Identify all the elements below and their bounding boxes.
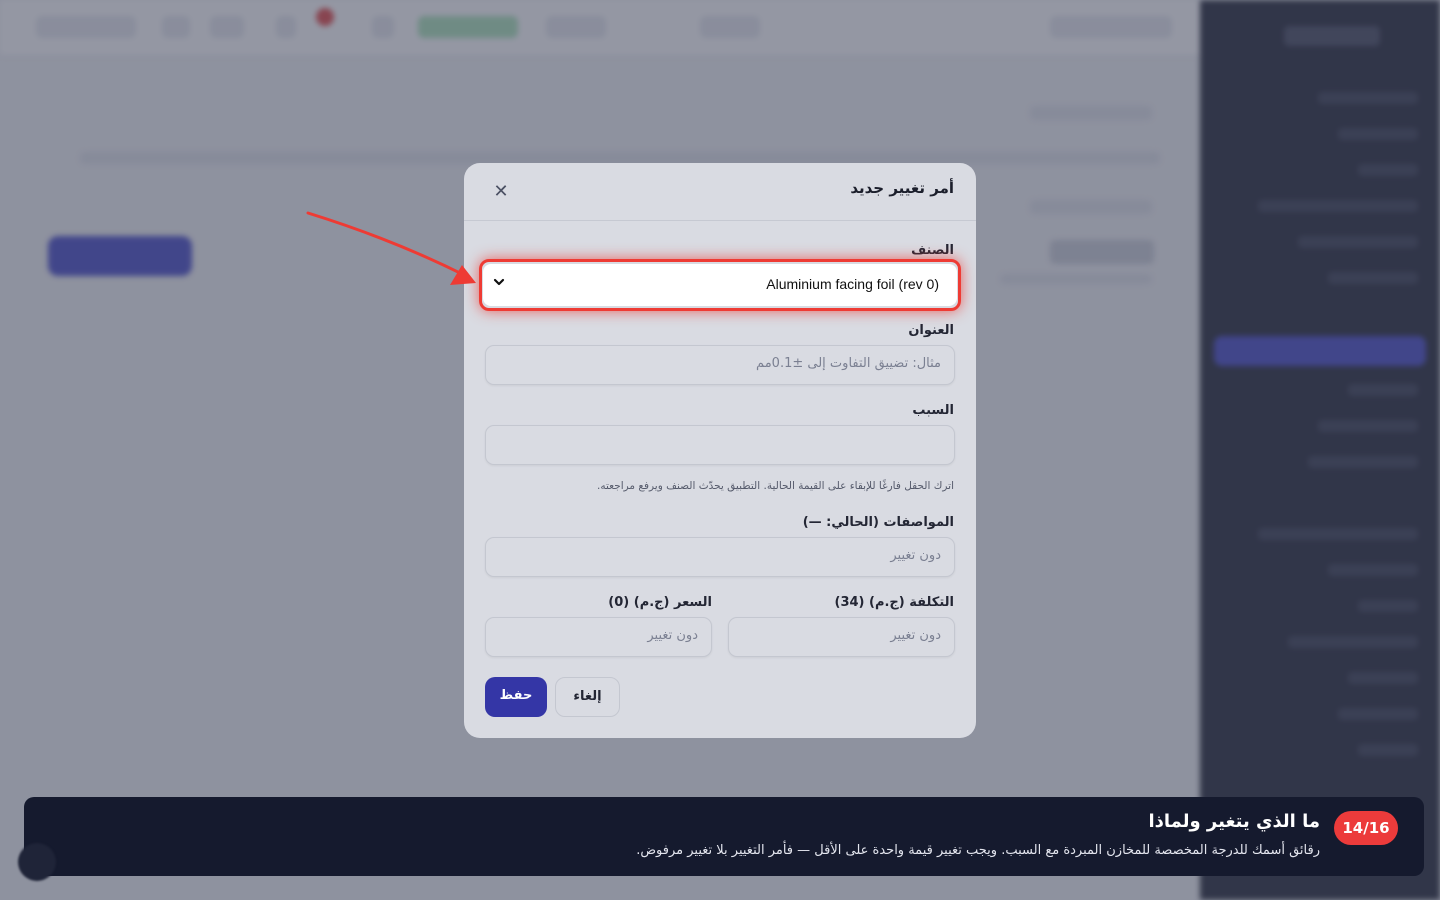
save-button[interactable]: حفظ [485, 677, 547, 717]
pointer-arrow-icon [306, 211, 476, 285]
cost-placeholder: دون تغيير [890, 628, 941, 643]
specs-input[interactable]: دون تغيير [485, 537, 955, 577]
item-label: الصنف [911, 243, 954, 258]
close-icon[interactable]: ✕ [488, 179, 514, 205]
modal-header: أمر تغيير جديد ✕ [464, 163, 976, 221]
price-input[interactable]: دون تغيير [485, 617, 712, 657]
subject-input[interactable]: مثال: تضييق التفاوت إلى ±0.1مم [485, 345, 955, 385]
form-hint: اترك الحقل فارغًا للإبقاء على القيمة الح… [597, 480, 954, 492]
change-order-modal: أمر تغيير جديد ✕ الصنف Aluminium facing … [464, 163, 976, 738]
price-placeholder: دون تغيير [647, 628, 698, 643]
modal-title: أمر تغيير جديد [850, 179, 954, 197]
tour-highlight-ring [479, 259, 961, 311]
reason-label: السبب [912, 403, 954, 418]
tour-title: ما الذي يتغير ولماذا [1148, 811, 1320, 832]
cost-input[interactable]: دون تغيير [728, 617, 955, 657]
tour-step-badge: 14/16 [1334, 811, 1398, 845]
price-label: السعر (ج.م) (0) [608, 595, 712, 610]
cost-label: التكلفة (ج.م) (34) [834, 595, 954, 610]
tour-panel: 14/16 ما الذي يتغير ولماذا رقائق أسمك لل… [24, 797, 1424, 876]
reason-input[interactable] [485, 425, 955, 465]
specs-placeholder: دون تغيير [890, 548, 941, 563]
cancel-button[interactable]: إلغاء [555, 677, 620, 717]
specs-label: المواصفات (الحالي: —) [802, 515, 954, 530]
subject-placeholder: مثال: تضييق التفاوت إلى ±0.1مم [756, 356, 941, 371]
subject-label: العنوان [908, 323, 954, 338]
tour-description: رقائق أسمك للدرجة المخصصة للمخازن المبرد… [636, 843, 1320, 858]
help-fab[interactable] [18, 843, 56, 881]
